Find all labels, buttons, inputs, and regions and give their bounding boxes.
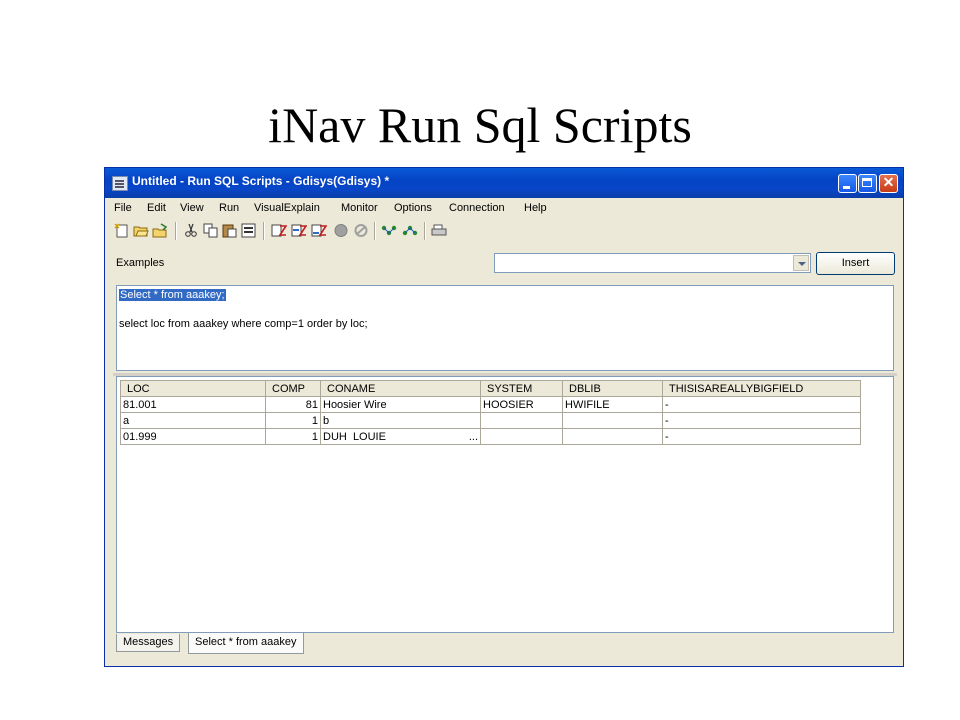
cell-dblib[interactable] [562,412,663,429]
maximize-icon [862,178,872,187]
menu-help[interactable]: Help [524,202,547,214]
tab-messages[interactable]: Messages [116,634,181,652]
column-header-coname[interactable]: CONAME [320,380,481,397]
paste-icon[interactable] [222,223,238,238]
explain-icon[interactable] [381,223,397,238]
table-row[interactable]: 81.001 81 Hoosier Wire HOOSIER HWIFILE - [120,396,861,413]
maximize-button[interactable] [858,174,877,193]
run-selected-icon[interactable] [311,223,327,238]
cut-icon[interactable] [183,223,199,238]
new-icon[interactable] [114,223,130,238]
results-table: LOC COMP CONAME SYSTEM DBLIB THISISAREAL… [120,380,861,445]
cell-system[interactable] [480,412,563,429]
column-header-comp[interactable]: COMP [265,380,321,397]
stop-icon[interactable] [333,223,349,238]
column-header-dblib[interactable]: DBLIB [562,380,663,397]
cell-dblib[interactable] [562,428,663,445]
table-header-row: LOC COMP CONAME SYSTEM DBLIB THISISAREAL… [120,380,861,397]
app-icon [112,176,128,191]
table-row[interactable]: 01.999 1 DUH LOUIE... - [120,428,861,445]
minimize-button[interactable] [838,174,857,193]
tab-select-from-aaakey[interactable]: Select * from aaakey [188,633,304,654]
cell-coname[interactable]: DUH LOUIE... [320,428,481,445]
cell-comp[interactable]: 1 [265,412,321,429]
sql-statement[interactable]: select loc from aaakey where comp=1 orde… [119,318,368,330]
menu-options[interactable]: Options [394,202,432,214]
cell-coname[interactable]: b [320,412,481,429]
cell-comp[interactable]: 81 [265,396,321,413]
toolbar-separator [175,222,177,240]
cell-loc[interactable]: 01.999 [120,428,266,445]
cell-bigfield[interactable]: - [662,428,861,445]
menu-view[interactable]: View [180,202,204,214]
menu-visualexplain[interactable]: VisualExplain [254,202,320,214]
cell-system[interactable]: HOOSIER [480,396,563,413]
toolbar [111,221,891,241]
toolbar-separator [374,222,376,240]
column-header-loc[interactable]: LOC [120,380,266,397]
chevron-down-icon[interactable] [793,255,809,271]
cell-coname[interactable]: Hoosier Wire [320,396,481,413]
close-button[interactable]: ✕ [879,174,898,193]
open-icon[interactable] [133,223,149,238]
run-all-icon[interactable] [271,223,287,238]
menu-run[interactable]: Run [219,202,239,214]
cell-comp[interactable]: 1 [265,428,321,445]
window-title: Untitled - Run SQL Scripts - Gdisys(Gdis… [132,174,390,188]
ellipsis-button[interactable]: ... [469,431,478,443]
sql-editor[interactable]: Select * from aaakey; select loc from aa… [116,285,894,371]
cell-coname-text: DUH LOUIE [323,430,386,443]
results-tabs: Messages Select * from aaakey [116,633,894,655]
menu-connection[interactable]: Connection [449,202,505,214]
toolbar-separator [424,222,426,240]
cell-loc[interactable]: a [120,412,266,429]
run-sql-scripts-window: Untitled - Run SQL Scripts - Gdisys(Gdis… [104,167,904,667]
toolbar-separator [263,222,265,240]
run-and-explain-icon[interactable] [402,223,418,238]
menu-edit[interactable]: Edit [147,202,166,214]
sql-statement-selected[interactable]: Select * from aaakey; [119,289,226,301]
menu-file[interactable]: File [114,202,132,214]
select-all-icon[interactable] [241,223,257,238]
examples-dropdown[interactable] [494,253,811,273]
column-header-system[interactable]: SYSTEM [480,380,563,397]
cell-bigfield[interactable]: - [662,412,861,429]
menu-bar: File Edit View Run VisualExplain Monitor… [105,199,903,217]
cell-loc[interactable]: 81.001 [120,396,266,413]
cell-system[interactable] [480,428,563,445]
cancel-icon[interactable] [353,223,369,238]
minimize-icon [843,186,850,189]
column-header-thisisareallybigfield[interactable]: THISISAREALLYBIGFIELD [662,380,861,397]
run-from-selected-icon[interactable] [291,223,307,238]
table-row[interactable]: a 1 b - [120,412,861,429]
save-icon[interactable] [152,223,168,238]
close-icon: ✕ [882,174,895,190]
slide-title: iNav Run Sql Scripts [268,97,692,153]
menu-monitor[interactable]: Monitor [341,202,378,214]
print-icon[interactable] [431,223,447,238]
cell-dblib[interactable]: HWIFILE [562,396,663,413]
results-grid: LOC COMP CONAME SYSTEM DBLIB THISISAREAL… [116,376,894,633]
examples-label: Examples [116,257,165,269]
title-bar[interactable]: Untitled - Run SQL Scripts - Gdisys(Gdis… [105,168,903,198]
insert-button[interactable]: Insert [816,252,895,275]
cell-bigfield[interactable]: - [662,396,861,413]
copy-icon[interactable] [203,223,219,238]
